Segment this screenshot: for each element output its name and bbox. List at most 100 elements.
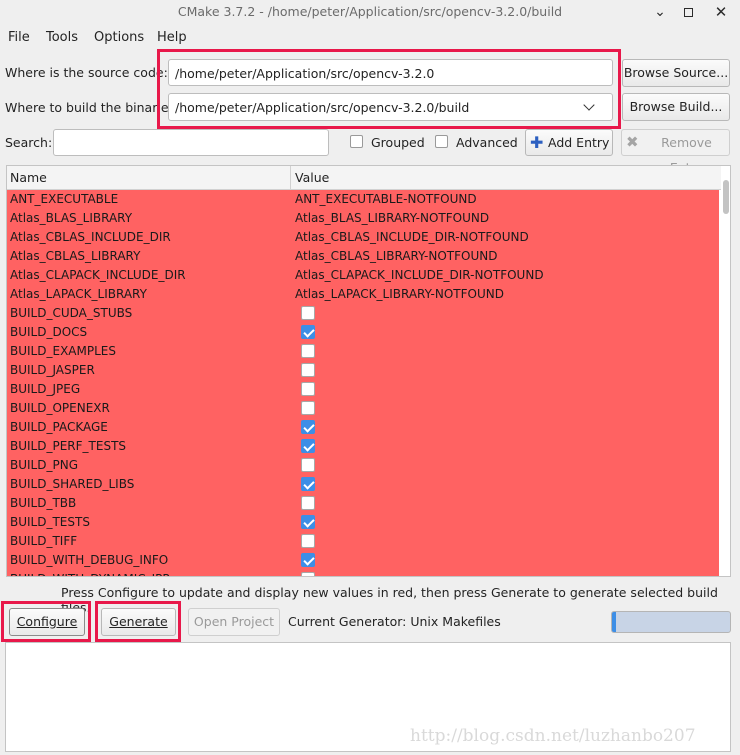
menu-file[interactable]: File xyxy=(8,30,30,45)
menu-tools[interactable]: Tools xyxy=(46,30,78,45)
scrollbar-thumb[interactable] xyxy=(723,180,729,214)
table-row[interactable]: BUILD_PACKAGE xyxy=(7,418,719,437)
row-name: Atlas_LAPACK_LIBRARY xyxy=(10,287,147,301)
add-entry-button[interactable]: ✚ Add Entry xyxy=(525,129,613,156)
table-row[interactable]: BUILD_CUDA_STUBS xyxy=(7,304,719,323)
table-header: Name Value xyxy=(7,166,730,190)
table-row[interactable]: BUILD_PERF_TESTS xyxy=(7,437,719,456)
table-row[interactable]: Atlas_LAPACK_LIBRARY Atlas_LAPACK_LIBRARY… xyxy=(7,285,719,304)
row-name: BUILD_PNG xyxy=(10,458,78,472)
source-label: Where is the source code: xyxy=(5,65,168,80)
row-value-checkbox[interactable] xyxy=(301,458,315,472)
table-row[interactable]: BUILD_DOCS xyxy=(7,323,719,342)
row-value[interactable]: Atlas_CBLAS_INCLUDE_DIR-NOTFOUND xyxy=(295,230,529,244)
row-name: BUILD_EXAMPLES xyxy=(10,344,116,358)
row-value-checkbox[interactable] xyxy=(301,420,315,434)
table-row[interactable]: Atlas_CBLAS_LIBRARY Atlas_CBLAS_LIBRARY-N… xyxy=(7,247,719,266)
build-label: Where to build the binaries: xyxy=(5,100,180,115)
column-header-value[interactable]: Value xyxy=(295,170,329,185)
table-row[interactable]: ANT_EXECUTABLE ANT_EXECUTABLE-NOTFOUND xyxy=(7,190,719,209)
row-value-checkbox[interactable] xyxy=(301,496,315,510)
progress-fill xyxy=(612,612,616,632)
row-value-checkbox[interactable] xyxy=(301,382,315,396)
table-row[interactable]: BUILD_PNG xyxy=(7,456,719,475)
table-row[interactable]: BUILD_TIFF xyxy=(7,532,719,551)
row-value-checkbox[interactable] xyxy=(301,325,315,339)
current-generator-text: Current Generator: Unix Makefiles xyxy=(288,614,501,629)
row-name: Atlas_CBLAS_LIBRARY xyxy=(10,249,141,263)
search-label: Search: xyxy=(5,135,53,150)
close-icon[interactable]: ✕ xyxy=(711,3,731,21)
row-name: Atlas_BLAS_LIBRARY xyxy=(10,211,133,225)
table-row[interactable]: BUILD_JPEG xyxy=(7,380,719,399)
row-value-checkbox[interactable] xyxy=(301,344,315,358)
row-value-checkbox[interactable] xyxy=(301,477,315,491)
table-rows: ANT_EXECUTABLE ANT_EXECUTABLE-NOTFOUND Atl… xyxy=(7,190,719,576)
watermark-text: http://blog.csdn.net/luzhanbo207 xyxy=(410,726,696,746)
table-row[interactable]: Atlas_BLAS_LIBRARY Atlas_BLAS_LIBRARY-NOT… xyxy=(7,209,719,228)
row-value[interactable]: Atlas_LAPACK_LIBRARY-NOTFOUND xyxy=(295,287,504,301)
table-row[interactable]: Atlas_CBLAS_INCLUDE_DIR Atlas_CBLAS_INCLU… xyxy=(7,228,719,247)
browse-build-button[interactable]: Browse Build... xyxy=(622,93,730,121)
table-row[interactable]: BUILD_TBB xyxy=(7,494,719,513)
row-name: BUILD_CUDA_STUBS xyxy=(10,306,133,320)
row-value-checkbox[interactable] xyxy=(301,306,315,320)
row-value[interactable]: Atlas_CBLAS_LIBRARY-NOTFOUND xyxy=(295,249,497,263)
row-value-checkbox[interactable] xyxy=(301,515,315,529)
row-name: Atlas_CLAPACK_INCLUDE_DIR xyxy=(10,268,186,282)
row-name: BUILD_PERF_TESTS xyxy=(10,439,127,453)
row-name: BUILD_WITH_DYNAMIC_IPP xyxy=(10,572,170,576)
grouped-checkbox[interactable] xyxy=(350,135,363,148)
row-value[interactable]: Atlas_CLAPACK_INCLUDE_DIR-NOTFOUND xyxy=(295,268,544,282)
search-input[interactable] xyxy=(53,129,329,156)
row-name: BUILD_DOCS xyxy=(10,325,88,339)
row-value-checkbox[interactable] xyxy=(301,534,315,548)
row-name: BUILD_TESTS xyxy=(10,515,90,529)
advanced-checkbox[interactable] xyxy=(435,135,448,148)
row-value-checkbox[interactable] xyxy=(301,572,315,576)
row-value-checkbox[interactable] xyxy=(301,401,315,415)
row-name: BUILD_PACKAGE xyxy=(10,420,108,434)
row-name: BUILD_SHARED_LIBS xyxy=(10,477,135,491)
plus-icon: ✚ xyxy=(530,133,544,152)
table-row[interactable]: BUILD_EXAMPLES xyxy=(7,342,719,361)
table-row[interactable]: BUILD_WITH_DEBUG_INFO xyxy=(7,551,719,570)
table-row[interactable]: BUILD_SHARED_LIBS xyxy=(7,475,719,494)
advanced-label: Advanced xyxy=(456,135,518,150)
title-bar: CMake 3.7.2 - /home/peter/Application/sr… xyxy=(0,0,740,24)
row-name: BUILD_OPENEXR xyxy=(10,401,110,415)
row-name: BUILD_WITH_DEBUG_INFO xyxy=(10,553,169,567)
maximize-icon[interactable] xyxy=(679,3,699,21)
window-title: CMake 3.7.2 - /home/peter/Application/sr… xyxy=(177,4,563,19)
row-value-checkbox[interactable] xyxy=(301,363,315,377)
menu-help[interactable]: Help xyxy=(157,30,187,45)
row-name: ANT_EXECUTABLE xyxy=(10,192,119,206)
table-row[interactable]: BUILD_TESTS xyxy=(7,513,719,532)
progress-bar xyxy=(611,611,731,633)
grouped-label: Grouped xyxy=(371,135,425,150)
browse-source-button[interactable]: Browse Source... xyxy=(622,59,730,87)
configure-button[interactable]: Configure xyxy=(9,608,85,636)
table-row[interactable]: BUILD_OPENEXR xyxy=(7,399,719,418)
generate-button[interactable]: Generate xyxy=(101,608,176,636)
menu-options[interactable]: Options xyxy=(94,30,144,45)
row-name: BUILD_JASPER xyxy=(10,363,95,377)
remove-entry-button[interactable]: ✖ Remove Entry xyxy=(621,129,730,175)
highlight-paths-box xyxy=(157,49,621,129)
table-row[interactable]: BUILD_JASPER xyxy=(7,361,719,380)
column-header-name[interactable]: Name xyxy=(10,170,47,185)
add-entry-label: Add Entry xyxy=(548,135,610,150)
row-name: BUILD_TIFF xyxy=(10,534,78,548)
table-row[interactable]: Atlas_CLAPACK_INCLUDE_DIR Atlas_CLAPACK_I… xyxy=(7,266,719,285)
minimize-icon[interactable]: ⌄ xyxy=(650,3,670,21)
row-value[interactable]: Atlas_BLAS_LIBRARY-NOTFOUND xyxy=(295,211,489,225)
open-project-button[interactable]: Open Project xyxy=(188,608,280,636)
row-value[interactable]: ANT_EXECUTABLE-NOTFOUND xyxy=(295,192,477,206)
cache-table[interactable]: Name Value ANT_EXECUTABLE ANT_EXECUTABLE-… xyxy=(6,165,731,577)
table-row[interactable]: BUILD_WITH_DYNAMIC_IPP xyxy=(7,570,719,576)
table-scrollbar[interactable] xyxy=(721,166,730,576)
row-name: BUILD_JPEG xyxy=(10,382,81,396)
row-value-checkbox[interactable] xyxy=(301,439,315,453)
row-value-checkbox[interactable] xyxy=(301,553,315,567)
row-name: BUILD_TBB xyxy=(10,496,77,510)
